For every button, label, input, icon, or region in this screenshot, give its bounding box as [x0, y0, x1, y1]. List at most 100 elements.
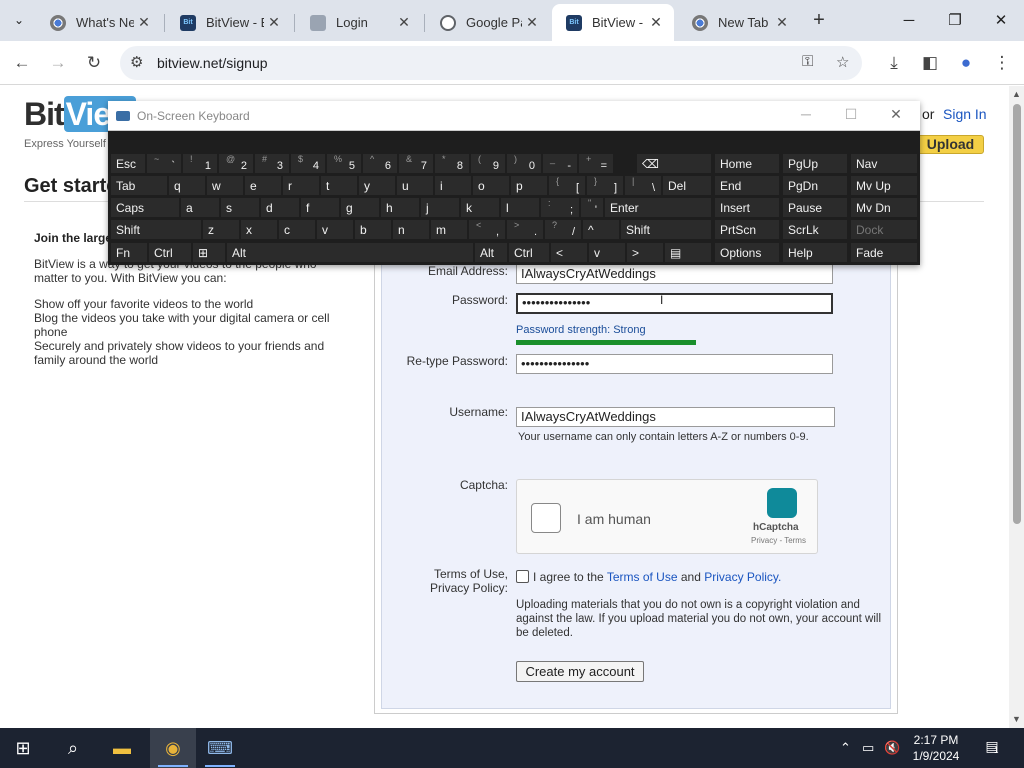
download-icon[interactable]: ⤓: [882, 51, 906, 75]
new-tab-button[interactable]: +: [808, 8, 830, 32]
osk-key[interactable]: " ': [580, 197, 604, 218]
tab-google-pay[interactable]: Google Pa ✕: [426, 4, 550, 41]
osk-key[interactable]: >.: [506, 219, 544, 240]
chrome-taskbar-button[interactable]: ◉: [150, 728, 196, 768]
osk-key[interactable]: w: [206, 175, 244, 196]
osk-key[interactable]: ^ 6: [362, 153, 398, 174]
close-icon[interactable]: ✕: [646, 14, 666, 31]
osk-key[interactable]: m: [430, 219, 468, 240]
osk-nav-key[interactable]: End: [714, 175, 780, 196]
osk-nav-key[interactable]: Home: [714, 153, 780, 174]
close-window-button[interactable]: ✕: [978, 6, 1024, 34]
osk-nav-key[interactable]: PgDn: [782, 175, 848, 196]
osk-nav-key[interactable]: Dock: [850, 219, 918, 240]
tab-search-button[interactable]: ⌄: [6, 8, 32, 32]
address-bar[interactable]: ⚙ bitview.net/signup ⚿ ☆: [120, 46, 862, 80]
osk-key[interactable]: Esc: [110, 153, 146, 174]
osk-key[interactable]: | \: [624, 175, 662, 196]
restore-button[interactable]: ❐: [932, 6, 978, 34]
osk-key[interactable]: d: [260, 197, 300, 218]
volume-muted-icon[interactable]: 🔇: [884, 740, 900, 756]
captcha-checkbox[interactable]: [531, 503, 561, 533]
osk-nav-key[interactable]: Mv Dn: [850, 197, 918, 218]
notifications-icon[interactable]: ▤ 1: [982, 738, 1002, 758]
osk-minimize-button[interactable]: ─: [791, 106, 821, 126]
osk-nav-key[interactable]: Mv Up: [850, 175, 918, 196]
osk-key[interactable]: e: [244, 175, 282, 196]
email-field[interactable]: IAlwaysCryAtWeddings: [516, 264, 833, 284]
star-icon[interactable]: ☆: [836, 53, 849, 71]
profile-icon[interactable]: ●: [954, 51, 978, 75]
osk-key[interactable]: p: [510, 175, 548, 196]
site-info-icon[interactable]: ⚙: [130, 53, 143, 71]
osk-key[interactable]: v: [316, 219, 354, 240]
osk-key[interactable]: <: [550, 242, 588, 263]
osk-key[interactable]: % 5: [326, 153, 362, 174]
osk-key[interactable]: Caps: [110, 197, 180, 218]
osk-key[interactable]: b: [354, 219, 392, 240]
menu-icon[interactable]: ⋮: [990, 51, 1014, 75]
osk-key[interactable]: l: [500, 197, 540, 218]
osk-key[interactable]: Enter: [604, 197, 712, 218]
osk-nav-key[interactable]: Help: [782, 242, 848, 263]
system-clock[interactable]: 2:17 PM 1/9/2024: [908, 732, 964, 764]
page-scrollbar[interactable]: ▲ ▼: [1009, 86, 1024, 728]
osk-nav-key[interactable]: Fade: [850, 242, 918, 263]
osk-key[interactable]: y: [358, 175, 396, 196]
close-icon[interactable]: ✕: [772, 14, 792, 31]
osk-key[interactable]: ▤: [664, 242, 712, 263]
create-account-button[interactable]: Create my account: [516, 661, 644, 682]
close-icon[interactable]: ✕: [394, 14, 414, 31]
close-icon[interactable]: ✕: [522, 14, 542, 31]
osk-key[interactable]: v: [588, 242, 626, 263]
osk-key[interactable]: q: [168, 175, 206, 196]
password-field[interactable]: •••••••••••••••: [516, 293, 833, 314]
osk-key[interactable]: Alt: [474, 242, 508, 263]
osk-key[interactable]: Alt: [226, 242, 474, 263]
osk-key[interactable]: ⊞: [192, 242, 226, 263]
osk-close-button[interactable]: ✕: [881, 106, 911, 126]
file-explorer-button[interactable]: ▬: [99, 728, 145, 768]
osk-key[interactable]: <,: [468, 219, 506, 240]
tab-bitview-active[interactable]: Bit BitView - B ✕: [552, 4, 674, 41]
osk-key[interactable]: @2: [218, 153, 254, 174]
osk-key[interactable]: a: [180, 197, 220, 218]
osk-key[interactable]: Shift: [620, 219, 712, 240]
captcha-links[interactable]: Privacy - Terms: [751, 536, 806, 545]
scroll-up-icon[interactable]: ▲: [1012, 89, 1021, 99]
osk-key[interactable]: ? /: [544, 219, 582, 240]
osk-key[interactable]: Tab: [110, 175, 168, 196]
osk-key[interactable]: ~ `: [146, 153, 182, 174]
tab-bitview-1[interactable]: Bit BitView - B ✕: [166, 4, 292, 41]
osk-nav-key[interactable]: Pause: [782, 197, 848, 218]
osk-key[interactable]: c: [278, 219, 316, 240]
close-icon[interactable]: ✕: [134, 14, 154, 31]
osk-key[interactable]: Ctrl: [508, 242, 550, 263]
back-icon[interactable]: ←: [10, 51, 34, 75]
osk-nav-key[interactable]: Options: [714, 242, 780, 263]
privacy-policy-link[interactable]: Privacy Policy: [704, 570, 778, 584]
forward-icon[interactable]: →: [46, 51, 70, 75]
osk-key[interactable]: (9: [470, 153, 506, 174]
network-icon[interactable]: ▭: [862, 740, 874, 756]
osk-key[interactable]: h: [380, 197, 420, 218]
osk-key[interactable]: f: [300, 197, 340, 218]
osk-key[interactable]: Del: [662, 175, 712, 196]
key-icon[interactable]: ⚿: [802, 53, 813, 70]
close-icon[interactable]: ✕: [264, 14, 284, 31]
url-text[interactable]: bitview.net/signup: [157, 55, 268, 71]
osk-maximize-button[interactable]: ☐: [836, 106, 866, 126]
search-button[interactable]: ⌕: [50, 728, 96, 768]
osk-key[interactable]: ⌫: [636, 153, 712, 174]
osk-key[interactable]: r: [282, 175, 320, 196]
osk-taskbar-button[interactable]: ⌨: [197, 728, 243, 768]
osk-key[interactable]: Fn: [110, 242, 148, 263]
scroll-thumb[interactable]: [1013, 104, 1021, 524]
osk-key[interactable]: _ -: [542, 153, 578, 174]
osk-key[interactable]: t: [320, 175, 358, 196]
osk-nav-key[interactable]: PgUp: [782, 153, 848, 174]
osk-key[interactable]: ! 1: [182, 153, 218, 174]
osk-key[interactable]: * 8: [434, 153, 470, 174]
osk-key[interactable]: u: [396, 175, 434, 196]
osk-key[interactable]: >: [626, 242, 664, 263]
